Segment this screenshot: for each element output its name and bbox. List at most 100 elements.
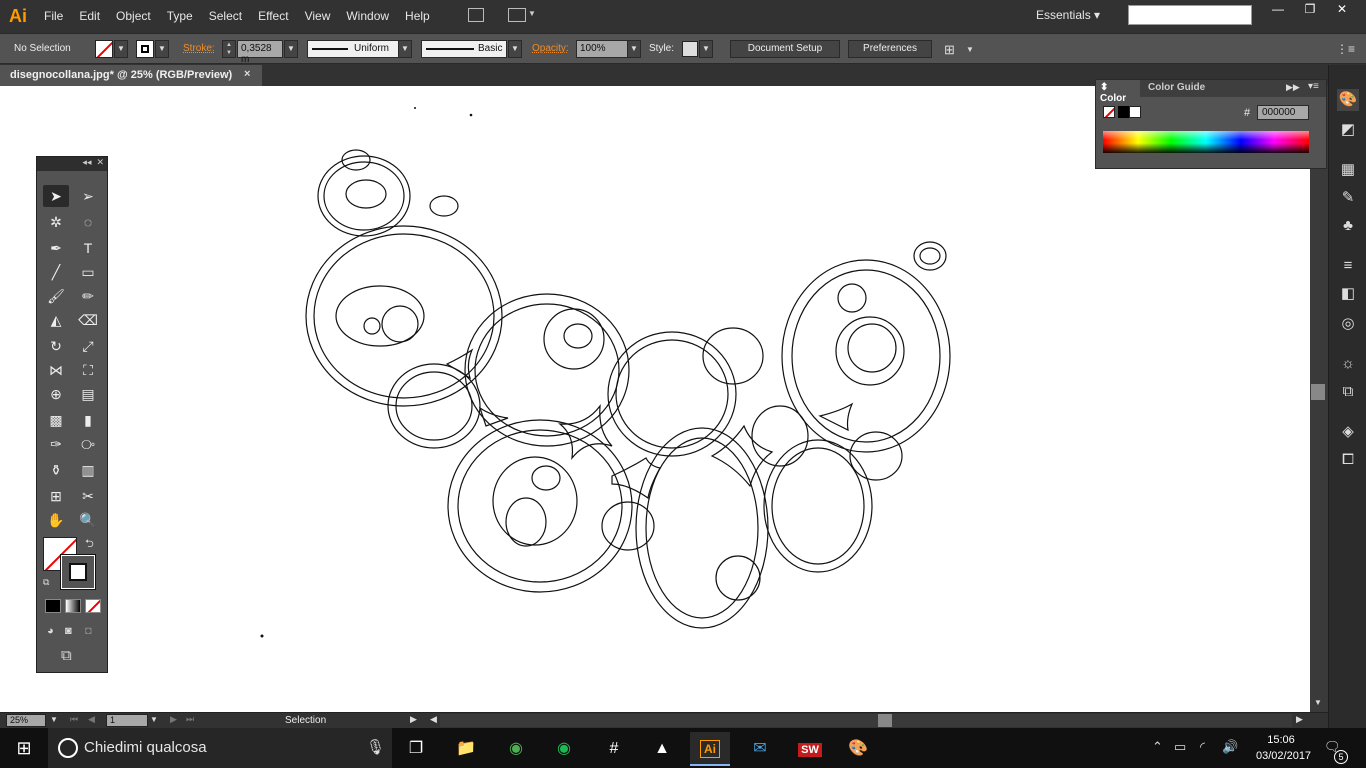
status-menu-icon[interactable]: ▶ [410,714,417,725]
necklace-drawing[interactable] [0,86,1310,712]
preferences-button[interactable]: Preferences [848,40,932,58]
search-input[interactable] [1128,5,1252,25]
profile-dropdown[interactable]: ▼ [398,40,412,58]
stroke-color-box[interactable] [60,554,96,590]
blob-brush-icon[interactable]: ◭ [43,309,69,331]
type-tool-icon[interactable]: T [75,237,101,259]
swap-colors-icon[interactable]: ⮌ [85,535,94,554]
collapse-icon[interactable]: ▶▶ [1286,82,1300,93]
horizontal-scrollbar[interactable] [440,714,1292,727]
style-dropdown[interactable]: ▼ [699,40,713,58]
outlook-icon[interactable]: ✉ [740,732,780,766]
gradient-tool-icon[interactable]: ▮ [75,409,101,431]
eyedropper-tool-icon[interactable]: ✑ [43,433,69,455]
draw-normal-icon[interactable]: ◕ [47,625,54,637]
menu-type[interactable]: Type [159,0,201,32]
stroke-label[interactable]: Stroke: [183,43,215,54]
lasso-tool-icon[interactable]: ◌ [75,211,101,233]
hscroll-left-icon[interactable]: ◀ [430,714,437,725]
magic-wand-icon[interactable]: ✲ [43,211,69,233]
variable-width-profile[interactable]: Uniform [307,40,399,58]
draw-behind-icon[interactable]: ◙ [65,625,72,637]
free-transform-icon[interactable]: ⛶ [75,359,101,381]
volume-icon[interactable]: 🔊 [1222,739,1238,755]
screen-mode-icon[interactable]: ⧉ [61,647,72,664]
eraser-tool-icon[interactable]: ⌫ [75,309,101,331]
microphone-icon[interactable]: 🎙 [366,738,385,756]
perspective-grid-icon[interactable]: ▤ [75,383,101,405]
white-swatch[interactable] [1129,106,1141,118]
hscroll-right-icon[interactable]: ▶ [1296,714,1303,725]
color-spectrum[interactable] [1103,131,1309,153]
wifi-icon[interactable]: ◜ [1200,739,1205,755]
tab-color-guide[interactable]: Color Guide [1148,82,1205,93]
paintbrush-tool-icon[interactable]: 🖌 [43,285,69,307]
opacity-input[interactable]: 100% [576,40,628,58]
opacity-dropdown[interactable]: ▼ [627,40,641,58]
brush-dropdown[interactable]: ▼ [508,40,522,58]
brushes-icon[interactable]: ✎ [1337,187,1359,209]
battery-icon[interactable]: ▭ [1174,739,1186,755]
hex-color-input[interactable]: 000000 [1257,105,1309,120]
menu-edit[interactable]: Edit [71,0,108,32]
zoom-field[interactable]: 25% [6,714,46,727]
swatches-icon[interactable]: ▦ [1337,159,1359,181]
color-guide-icon[interactable]: ◩ [1337,119,1359,141]
scroll-down-icon[interactable]: ▼ [1314,698,1322,707]
bridge-icon[interactable] [468,8,484,22]
arrange-icon[interactable]: ⊞ [944,42,955,58]
stroke-stepper[interactable]: ▲ ▼ [222,40,236,58]
taskbar-clock[interactable]: 15:06 03/02/2017 [1256,732,1311,764]
color-mode-icon[interactable] [45,599,61,613]
prev-artboard-icon[interactable]: ◀ [88,714,95,725]
width-tool-icon[interactable]: ⋈ [43,359,69,381]
default-colors-icon[interactable]: ⧉ [43,577,49,588]
first-artboard-icon[interactable]: ⏮ [70,714,78,725]
workspace-switcher[interactable]: Essentials ▾ [1036,8,1100,22]
stroke-weight-dropdown[interactable]: ▼ [284,40,298,58]
slack-icon[interactable]: # [594,732,634,766]
horizontal-scroll-thumb[interactable] [878,714,892,727]
menu-help[interactable]: Help [397,0,438,32]
artboard-field[interactable]: 1 [106,714,148,727]
layers-icon[interactable]: ◈ [1337,421,1359,443]
gradient-mode-icon[interactable] [65,599,81,613]
menu-effect[interactable]: Effect [250,0,296,32]
artboard-dropdown-icon[interactable]: ▼ [150,715,158,724]
panel-menu-icon[interactable]: ▾≡ [1308,81,1319,92]
illustrator-taskbar-icon[interactable]: Ai [690,732,730,766]
gradient-icon[interactable]: ◧ [1337,283,1359,305]
draw-inside-icon[interactable]: ◘ [85,625,92,637]
document-tab[interactable]: disegnocollana.jpg* @ 25% (RGB/Preview) … [0,65,262,86]
selection-tool-icon[interactable]: ➤ [43,185,69,207]
windows-start-icon[interactable]: ⊞ [0,728,48,768]
color-panel-icon[interactable]: 🎨 [1337,89,1359,111]
stroke-weight-input[interactable]: 0,3528 m [237,40,283,65]
menu-window[interactable]: Window [338,0,397,32]
rectangle-tool-icon[interactable]: ▭ [75,261,101,283]
pen-tool-icon[interactable]: ✒ [43,237,69,259]
rotate-tool-icon[interactable]: ↻ [43,335,69,357]
next-artboard-icon[interactable]: ▶ [170,714,177,725]
minimize-button[interactable]: — [1262,0,1294,20]
symbols-icon[interactable]: ♣ [1337,215,1359,237]
artboard-tool-icon[interactable]: ⊞ [43,485,69,507]
scale-tool-icon[interactable]: ⤢ [75,335,101,357]
chevron-down-icon[interactable]: ▼ [966,45,974,54]
none-mode-icon[interactable] [85,599,101,613]
graph-tool-icon[interactable]: ▥ [75,459,101,481]
restore-button[interactable]: ❐ [1294,0,1326,20]
symbol-sprayer-icon[interactable]: ⚱ [43,459,69,481]
transparency-icon[interactable]: ◎ [1337,313,1359,335]
style-swatch[interactable] [682,41,698,57]
document-setup-button[interactable]: Document Setup [730,40,840,58]
mesh-tool-icon[interactable]: ▩ [43,409,69,431]
brush-definition[interactable]: Basic [421,40,507,58]
menu-view[interactable]: View [297,0,339,32]
line-tool-icon[interactable]: ╱ [43,261,69,283]
chrome-icon[interactable]: ◉ [496,732,536,766]
direct-selection-tool-icon[interactable]: ➢ [75,185,101,207]
paint-icon[interactable]: 🎨 [838,732,878,766]
menu-select[interactable]: Select [201,0,250,32]
zoom-dropdown-icon[interactable]: ▼ [50,715,58,724]
